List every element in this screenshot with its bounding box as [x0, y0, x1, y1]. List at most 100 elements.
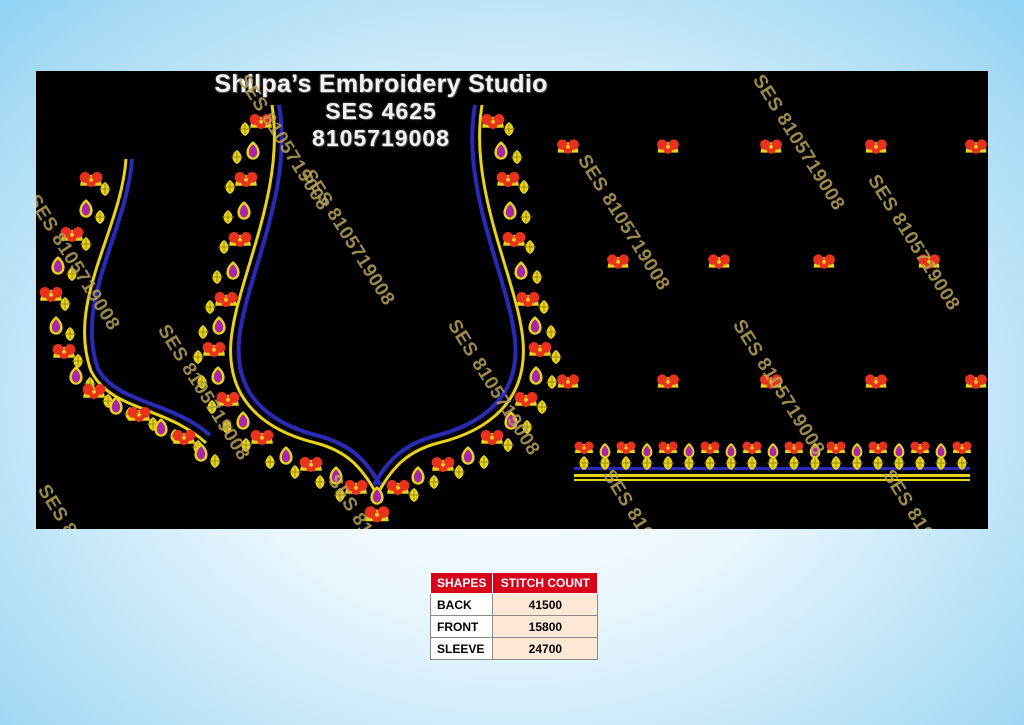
flower-motif — [910, 441, 930, 454]
embroidery-design-panel: Shilpa’s Embroidery Studio SES 4625 8105… — [36, 71, 988, 529]
paisley-motif — [503, 201, 517, 220]
leaf-motif — [524, 240, 536, 254]
leaf-motif — [546, 375, 558, 389]
leaf-motif — [453, 465, 465, 479]
paisley-motif — [79, 199, 93, 218]
leaf-motif — [211, 270, 223, 284]
leaf-motif — [550, 350, 562, 364]
leaf-motif — [518, 180, 530, 194]
paisley-motif — [279, 446, 293, 465]
leaf-motif — [209, 454, 221, 468]
count-cell: 15800 — [492, 615, 599, 638]
paisley-motif — [514, 261, 528, 280]
leaf-motif — [218, 240, 230, 254]
flower-motif — [813, 254, 835, 269]
flower-motif — [79, 172, 103, 187]
paisley-motif — [851, 442, 863, 459]
stitch-count-table: SHAPES STITCH COUNT BACK 41500 FRONT 158… — [429, 572, 599, 660]
paisley-motif — [211, 366, 225, 385]
flower-motif — [299, 457, 323, 472]
paisley-motif — [893, 442, 905, 459]
flower-motif — [250, 430, 274, 445]
leaf-motif — [536, 400, 548, 414]
flower-motif — [431, 457, 455, 472]
leaf-motif — [428, 475, 440, 489]
flower-motif — [386, 480, 410, 495]
header-stitch-count: STITCH COUNT — [492, 572, 599, 594]
paisley-motif — [529, 366, 543, 385]
paisley-motif — [767, 442, 779, 459]
back-neck-design — [192, 104, 562, 523]
shape-cell: FRONT — [429, 615, 494, 638]
paisley-motif — [683, 442, 695, 459]
flower-motif — [826, 441, 846, 454]
flower-motif — [516, 292, 540, 307]
flower-motif — [700, 441, 720, 454]
flower-motif — [616, 441, 636, 454]
flower-motif — [496, 172, 520, 187]
leaf-motif — [538, 300, 550, 314]
flower-motif — [514, 392, 538, 407]
flower-motif — [39, 287, 63, 302]
flower-motif — [528, 342, 552, 357]
shape-cell: BACK — [429, 593, 494, 616]
flower-motif — [502, 232, 526, 247]
leaf-motif — [197, 325, 209, 339]
paisley-motif — [935, 442, 947, 459]
flower-motif — [657, 139, 679, 154]
front-neck-design — [39, 158, 221, 468]
leaf-motif — [204, 300, 216, 314]
flower-motif — [657, 374, 679, 389]
flower-motif — [965, 139, 987, 154]
leaf-motif — [520, 210, 532, 224]
paisley-motif — [226, 261, 240, 280]
flower-motif — [574, 441, 594, 454]
paisley-motif — [528, 316, 542, 335]
table-row: FRONT 15800 — [429, 615, 599, 638]
leaf-motif — [64, 327, 76, 341]
flower-motif — [480, 430, 504, 445]
studio-phone: 8105719008 — [312, 125, 450, 151]
leaf-motif — [222, 210, 234, 224]
flower-motif — [234, 172, 258, 187]
flower-motif — [742, 441, 762, 454]
flower-motif — [865, 139, 887, 154]
flower-motif — [228, 232, 252, 247]
paisley-motif — [237, 201, 251, 220]
paisley-motif — [725, 442, 737, 459]
flower-motif — [865, 374, 887, 389]
paisley-motif — [49, 316, 63, 335]
table-row: BACK 41500 — [429, 593, 599, 616]
paisley-motif — [641, 442, 653, 459]
paisley-motif — [69, 366, 83, 385]
shape-cell: SLEEVE — [429, 637, 494, 660]
leaf-motif — [289, 465, 301, 479]
table-row: SLEEVE 24700 — [429, 637, 599, 660]
header-shapes: SHAPES — [429, 572, 494, 594]
flower-motif — [760, 139, 782, 154]
flower-motif — [557, 374, 579, 389]
leaf-motif — [264, 455, 276, 469]
flower-motif — [658, 441, 678, 454]
leaf-motif — [224, 180, 236, 194]
flower-motif — [952, 441, 972, 454]
leaf-motif — [408, 488, 420, 502]
flower-motif — [52, 344, 76, 359]
count-cell: 41500 — [492, 593, 599, 616]
leaf-motif — [511, 150, 523, 164]
paisley-motif — [236, 411, 250, 430]
flower-motif — [214, 292, 238, 307]
sleeve-design — [557, 139, 987, 481]
leaf-motif — [545, 325, 557, 339]
leaf-motif — [231, 150, 243, 164]
paisley-motif — [212, 316, 226, 335]
flower-motif — [607, 254, 629, 269]
leaf-motif — [478, 455, 490, 469]
flower-motif — [868, 441, 888, 454]
flower-motif — [708, 254, 730, 269]
flower-motif — [202, 342, 226, 357]
leaf-motif — [94, 210, 106, 224]
paisley-motif — [411, 466, 425, 485]
flower-motif — [965, 374, 987, 389]
paisley-motif — [461, 446, 475, 465]
